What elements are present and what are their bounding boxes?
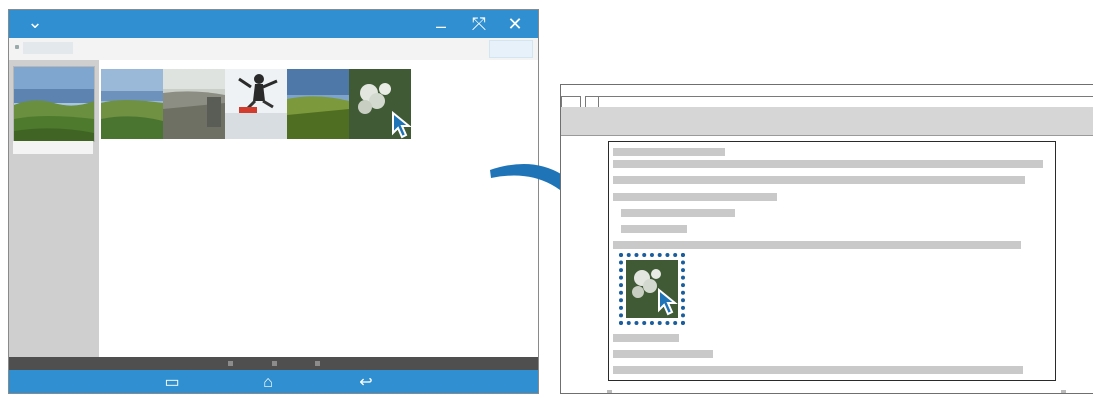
text-line bbox=[621, 209, 735, 217]
album-thumbnail[interactable] bbox=[13, 66, 95, 142]
status-strip bbox=[9, 357, 538, 370]
document-page[interactable] bbox=[608, 141, 1056, 381]
dropped-image-white-flowers[interactable] bbox=[626, 260, 678, 318]
phone-window: ⌄ – ⤧ ✕ ▭ ⌂ ↩ bbox=[8, 9, 539, 394]
document-window bbox=[560, 84, 1093, 394]
photo-jumping-person[interactable] bbox=[225, 69, 287, 139]
close-icon[interactable]: ✕ bbox=[503, 10, 527, 38]
scroll-marker bbox=[1061, 390, 1066, 393]
navigation-bar: ▭ ⌂ ↩ bbox=[9, 370, 538, 393]
strip-indicator bbox=[315, 361, 320, 366]
tab-divider bbox=[597, 96, 1093, 97]
minimize-icon[interactable]: – bbox=[429, 12, 453, 40]
expand-icon[interactable]: ⤧ bbox=[467, 10, 491, 38]
photo-white-flowers[interactable] bbox=[349, 69, 411, 139]
strip-indicator bbox=[228, 361, 233, 366]
document-toolbar bbox=[561, 107, 1093, 136]
address-bullet bbox=[15, 45, 19, 49]
chevron-down-icon[interactable]: ⌄ bbox=[23, 10, 47, 36]
strip-indicator bbox=[272, 361, 277, 366]
text-line bbox=[613, 350, 713, 358]
address-row bbox=[9, 38, 538, 61]
text-line bbox=[613, 334, 679, 342]
home-icon[interactable]: ⌂ bbox=[253, 370, 283, 393]
title-bar: ⌄ – ⤧ ✕ bbox=[9, 10, 538, 40]
album-sidebar bbox=[9, 60, 99, 357]
gallery-grid bbox=[99, 60, 538, 357]
document-tab[interactable] bbox=[585, 96, 599, 107]
recent-apps-icon[interactable]: ▭ bbox=[157, 370, 187, 393]
document-canvas bbox=[561, 136, 1093, 393]
text-line bbox=[613, 176, 1025, 184]
text-line bbox=[613, 160, 1043, 168]
text-line bbox=[613, 241, 1021, 249]
album-label bbox=[13, 141, 93, 154]
photo-grass-field[interactable] bbox=[287, 69, 349, 139]
text-line bbox=[613, 366, 1023, 374]
text-line bbox=[613, 148, 725, 156]
document-tab-row bbox=[561, 85, 1093, 108]
back-icon[interactable]: ↩ bbox=[351, 370, 381, 393]
dropped-image-selection[interactable] bbox=[619, 253, 685, 325]
photo-town-overlook[interactable] bbox=[163, 69, 225, 139]
address-field[interactable] bbox=[23, 42, 73, 54]
scroll-marker bbox=[607, 390, 612, 393]
photo-lake-landscape[interactable] bbox=[101, 69, 163, 139]
text-line bbox=[613, 193, 777, 201]
document-tab[interactable] bbox=[561, 96, 581, 107]
text-line bbox=[621, 225, 687, 233]
address-action-button[interactable] bbox=[489, 40, 533, 58]
